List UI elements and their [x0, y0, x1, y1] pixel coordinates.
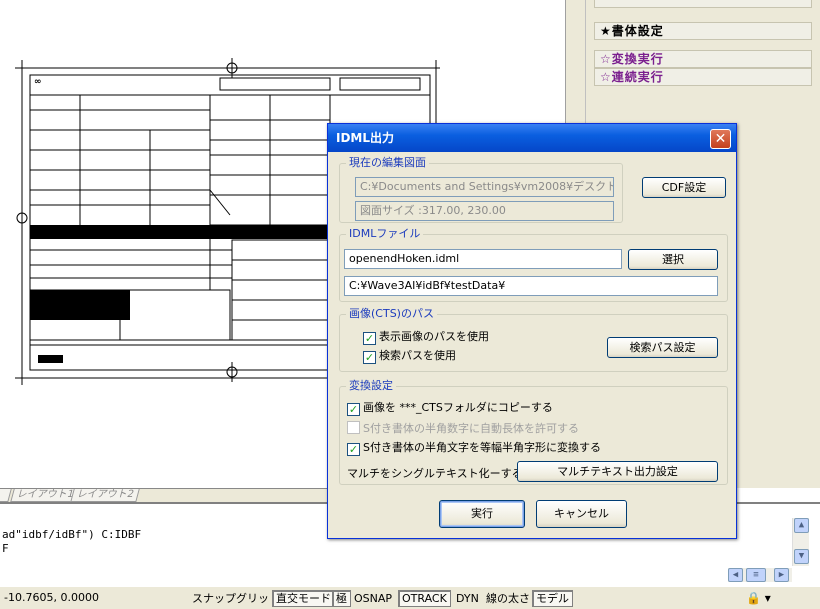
- scroll-up-icon[interactable]: ▲: [794, 518, 809, 533]
- font-settings-item[interactable]: ★書体設定: [594, 22, 812, 40]
- scroll-down-icon[interactable]: ▼: [794, 549, 809, 564]
- drawing-size-field: 図面サイズ :317.00, 230.00: [355, 201, 614, 221]
- cts-path-label: 画像(CTS)のパス: [346, 307, 437, 321]
- close-icon: ✕: [714, 131, 727, 147]
- current-drawing-path: C:¥Documents and Settings¥vm2008¥デスクトップ¥…: [355, 177, 614, 197]
- form-brand: ∞: [34, 77, 42, 87]
- multi-text-settings-button[interactable]: マルチテキスト出力設定: [517, 461, 718, 482]
- lineweight-toggle[interactable]: 線の太さ: [482, 590, 534, 607]
- coordinate-readout: -10.7605, 0.0000: [4, 591, 99, 604]
- multi-to-single-label: マルチをシングルテキスト化ーする: [347, 467, 523, 480]
- use-display-path-checkbox[interactable]: ✓ 表示画像のパスを使用: [363, 330, 489, 345]
- command-history-line: ad"idbf/idBf") C:IDBF: [2, 528, 142, 541]
- batch-run-item[interactable]: ☆連続実行: [594, 68, 812, 86]
- idml-file-label: IDMLファイル: [346, 227, 424, 241]
- scroll-left-icon[interactable]: ◀: [728, 568, 743, 582]
- auto-long-checkbox: S付き書体の半角数字に自動長体を許可する: [347, 421, 579, 435]
- dialog-titlebar[interactable]: IDML出力: [328, 124, 736, 152]
- tab-layout2[interactable]: レイアウト2: [70, 489, 141, 502]
- chevron-down-icon[interactable]: ▾: [765, 591, 771, 605]
- close-button[interactable]: ✕: [710, 129, 731, 149]
- status-bar: -10.7605, 0.0000 スナップ グリッド 直交モード 極 OSNAP…: [0, 586, 820, 609]
- checkmark-icon: ✓: [363, 351, 376, 364]
- checkmark-icon: ✓: [347, 403, 360, 416]
- copy-images-checkbox[interactable]: ✓ 画像を ***_CTSフォルダにコピーする: [347, 401, 553, 416]
- checkmark-icon: ✓: [347, 443, 360, 456]
- checkmark-icon: ✓: [363, 332, 376, 345]
- search-path-settings-button[interactable]: 検索パス設定: [607, 337, 718, 358]
- lock-icon[interactable]: 🔒: [746, 591, 761, 605]
- idml-filename-field[interactable]: openendHoken.idml: [344, 249, 622, 269]
- command-hscrollbar[interactable]: ◀ ≡ ▶: [728, 568, 792, 582]
- otrack-toggle[interactable]: OTRACK: [398, 590, 451, 607]
- use-search-path-checkbox[interactable]: ✓ 検索パスを使用: [363, 349, 456, 364]
- model-toggle[interactable]: モデル: [532, 590, 573, 607]
- command-scrollbar[interactable]: ▲ ▼: [792, 518, 809, 566]
- fixed-width-checkbox[interactable]: ✓ S付き書体の半角文字を等幅半角字形に変換する: [347, 441, 601, 456]
- idml-export-dialog: IDML出力 ✕ 現在の編集図面 C:¥Documents and Settin…: [327, 123, 737, 539]
- palette-top-item: [594, 0, 812, 8]
- ortho-toggle[interactable]: 直交モード: [272, 590, 335, 607]
- convert-run-item[interactable]: ☆変換実行: [594, 50, 812, 68]
- idml-folder-field[interactable]: C:¥Wave3AI¥idBf¥testData¥: [344, 276, 718, 296]
- run-button[interactable]: 実行: [439, 500, 525, 528]
- scroll-thumb[interactable]: ≡: [746, 568, 766, 582]
- polar-toggle[interactable]: 極: [332, 590, 351, 607]
- dialog-title: IDML出力: [336, 131, 395, 145]
- cdf-settings-button[interactable]: CDF設定: [642, 177, 726, 198]
- dyn-toggle[interactable]: DYN: [452, 590, 483, 607]
- scroll-right-icon[interactable]: ▶: [774, 568, 789, 582]
- select-button[interactable]: 選択: [628, 249, 718, 270]
- conversion-settings-label: 変換設定: [346, 379, 396, 393]
- tray-icons[interactable]: 🔒 ▾: [746, 591, 771, 605]
- osnap-toggle[interactable]: OSNAP: [350, 590, 396, 607]
- current-drawing-label: 現在の編集図面: [346, 156, 429, 170]
- cancel-button[interactable]: キャンセル: [536, 500, 627, 528]
- command-prefix: F: [2, 542, 9, 555]
